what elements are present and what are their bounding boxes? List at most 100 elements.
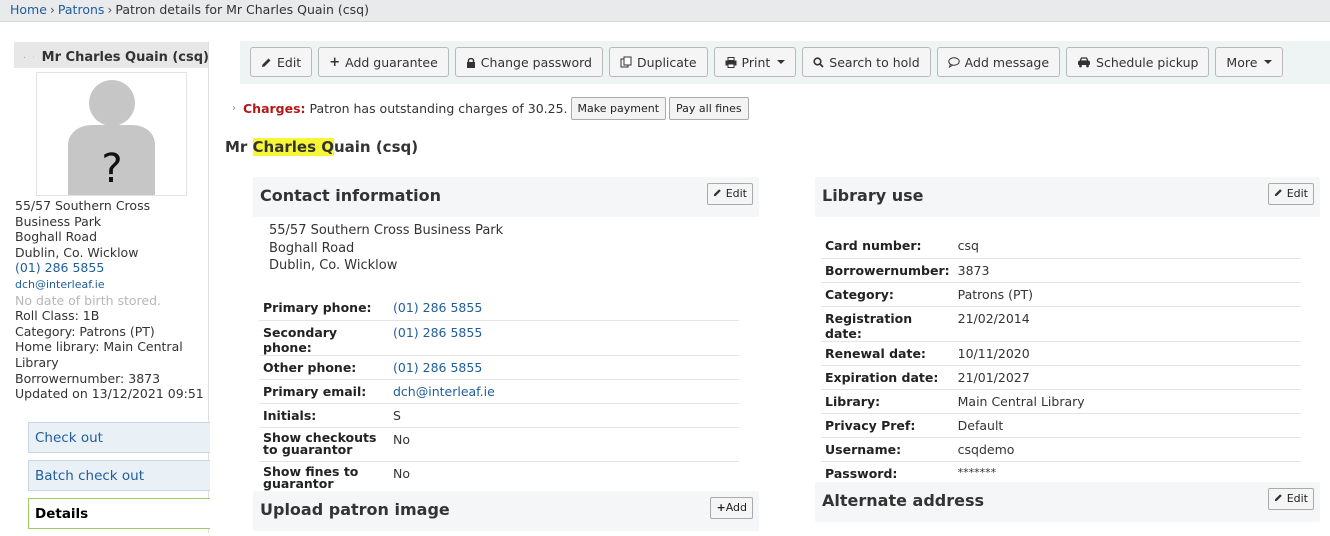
patron-sidebar: Mr Charles Quain (csq) ? 55/57 Southern … — [0, 22, 212, 533]
title-suffix: uain (csq) — [333, 138, 419, 156]
library-use-row: Privacy Pref: Default — [821, 413, 1301, 438]
lock-icon — [466, 57, 475, 68]
library-use-value: csq — [953, 234, 1301, 259]
library-use-label: Expiration date: — [821, 365, 954, 390]
alternate-address-header: Alternate address Edit — [815, 482, 1320, 522]
contact-label: Primary phone: — [259, 296, 389, 321]
contact-details-table: Primary phone: (01) 286 5855 Secondary ph… — [259, 296, 739, 495]
address-line: Boghall Road — [269, 240, 355, 256]
print-label: Print — [741, 54, 771, 70]
other-phone-link[interactable]: (01) 286 5855 — [393, 360, 482, 375]
patron-nav: Check out Batch check out Details — [28, 422, 210, 536]
updated-info: Updated on 13/12/2021 09:51 — [15, 386, 204, 402]
home-library-info: Home library: Main Central Library — [15, 339, 183, 370]
charges-text: Patron has outstanding charges of 30.25. — [309, 101, 568, 116]
contact-value: S — [389, 403, 739, 428]
library-use-heading: Library use — [822, 186, 924, 205]
library-use-label: Category: — [821, 282, 954, 307]
library-use-row: Expiration date: 21/01/2027 — [821, 365, 1301, 390]
library-use-label: Username: — [821, 437, 954, 462]
primary-email-link[interactable]: dch@interleaf.ie — [393, 384, 495, 399]
library-use-value: 21/01/2027 — [953, 365, 1301, 390]
edit-alternate-address-button[interactable]: Edit — [1268, 488, 1314, 510]
sidebar-phone-link[interactable]: (01) 286 5855 — [15, 260, 104, 275]
contact-label: Other phone: — [259, 355, 389, 380]
library-use-row: Username: csqdemo — [821, 437, 1301, 462]
breadcrumb: Home › Patrons › Patron details for Mr Charl… — [0, 0, 1330, 22]
title-prefix: Mr — [225, 138, 253, 156]
sidebar-patron-header: Mr Charles Quain (csq) — [14, 42, 209, 68]
duplicate-label: Duplicate — [636, 54, 697, 70]
search-to-hold-button[interactable]: Search to hold — [802, 47, 931, 77]
make-payment-button[interactable]: Make payment — [570, 97, 667, 120]
contact-row: Show checkouts to guarantor No — [259, 427, 739, 462]
contact-row: Secondary phone: (01) 286 5855 — [259, 320, 739, 356]
breadcrumb-patrons-link[interactable]: Patrons — [58, 2, 104, 17]
schedule-pickup-label: Schedule pickup — [1096, 54, 1199, 70]
nav-check-out[interactable]: Check out — [28, 422, 210, 453]
secondary-phone-link[interactable]: (01) 286 5855 — [393, 325, 482, 340]
library-use-row: Card number: csq — [821, 234, 1301, 259]
page-title: Mr Charles Quain (csq) — [225, 138, 418, 156]
add-patron-image-button[interactable]: +Add — [710, 497, 753, 519]
contact-row: Other phone: (01) 286 5855 — [259, 355, 739, 380]
library-use-label: Borrowernumber: — [821, 258, 954, 283]
change-password-label: Change password — [480, 54, 592, 70]
chevron-down-icon — [777, 60, 786, 64]
borrowernumber-info: Borrowernumber: 3873 — [15, 370, 161, 386]
plus-icon: + — [716, 501, 726, 514]
edit-button-label: Edit — [277, 54, 302, 70]
add-message-button[interactable]: Add message — [936, 47, 1061, 77]
nav-batch-check-out[interactable]: Batch check out — [28, 460, 210, 491]
nav-details[interactable]: Details — [28, 498, 210, 529]
library-use-row: Registration date: 21/02/2014 — [821, 306, 1301, 342]
contact-label: Show checkouts to guarantor — [259, 427, 389, 462]
more-label: More — [1226, 54, 1258, 70]
address-line: 55/57 Southern Cross Business Park — [269, 223, 504, 238]
pencil-icon — [1275, 189, 1282, 197]
default-avatar-icon: ? — [68, 80, 155, 195]
primary-phone-link[interactable]: (01) 286 5855 — [393, 300, 482, 315]
library-use-row: Category: Patrons (PT) — [821, 282, 1301, 307]
change-password-button[interactable]: Change password — [454, 47, 603, 77]
add-guarantee-button[interactable]: + Add guarantee — [318, 47, 449, 77]
bolt-icon — [32, 56, 34, 58]
plus-icon: + — [329, 54, 341, 70]
print-dropdown-button[interactable]: Print — [713, 47, 797, 77]
breadcrumb-separator: › — [49, 2, 55, 17]
address-line: Dublin, Co. Wicklow — [15, 244, 139, 260]
edit-button[interactable]: Edit — [250, 47, 313, 77]
patron-photo: ? — [36, 72, 187, 196]
contact-row: Show fines to guarantor No — [259, 461, 739, 495]
library-use-table: Card number: csq Borrowernumber: 3873 Cate… — [821, 234, 1301, 485]
breadcrumb-home-link[interactable]: Home — [10, 2, 47, 17]
car-icon — [1078, 56, 1091, 67]
contact-row: Primary phone: (01) 286 5855 — [259, 296, 739, 321]
library-use-label: Library: — [821, 389, 954, 414]
duplicate-button[interactable]: Duplicate — [608, 47, 708, 77]
charges-notice: › Charges: Patron has outstanding charge… — [232, 97, 749, 120]
add-patron-image-label: Add — [725, 501, 747, 514]
library-use-value: 10/11/2020 — [953, 341, 1301, 366]
roll-class: Roll Class: 1B — [15, 308, 100, 324]
edit-contact-button[interactable]: Edit — [707, 183, 753, 205]
library-use-value: Patrons (PT) — [953, 282, 1301, 307]
pencil-icon — [1275, 494, 1282, 502]
schedule-pickup-button[interactable]: Schedule pickup — [1066, 47, 1210, 77]
more-dropdown-button[interactable]: More — [1215, 47, 1284, 77]
copy-icon — [620, 56, 632, 68]
sidebar-email-link[interactable]: dch@interleaf.ie — [15, 278, 105, 291]
pay-all-fines-button[interactable]: Pay all fines — [669, 97, 749, 120]
edit-alternate-address-label: Edit — [1286, 492, 1308, 505]
library-use-value: 21/02/2014 — [953, 306, 1301, 342]
contact-row: Primary email: dch@interleaf.ie — [259, 379, 739, 404]
photo-placeholder-mark: ? — [101, 146, 122, 192]
library-use-header: Library use Edit — [815, 177, 1320, 217]
edit-library-use-button[interactable]: Edit — [1268, 183, 1314, 205]
alternate-address-heading: Alternate address — [822, 491, 985, 510]
edit-contact-label: Edit — [725, 187, 747, 200]
shield-icon — [24, 56, 25, 58]
upload-patron-image-heading: Upload patron image — [260, 500, 450, 519]
library-use-label: Card number: — [821, 234, 954, 259]
add-message-label: Add message — [964, 54, 1050, 70]
